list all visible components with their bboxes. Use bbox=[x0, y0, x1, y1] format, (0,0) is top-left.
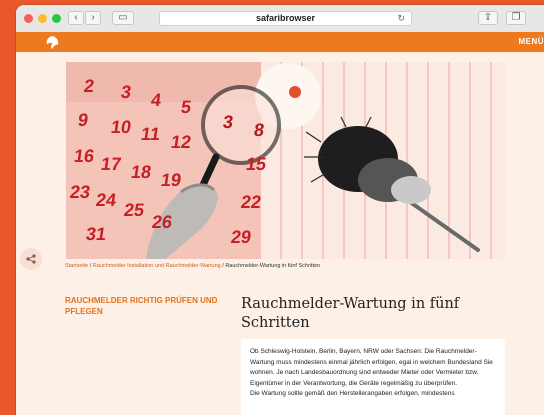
address-bar[interactable]: safaribrowser ↻ bbox=[159, 11, 412, 26]
menu-button[interactable]: MENÜ bbox=[518, 37, 544, 46]
reload-icon[interactable]: ↻ bbox=[397, 13, 405, 24]
breadcrumb-current: Rauchmelder-Wartung in fünf Schritten bbox=[225, 263, 321, 269]
calendar-number: 10 bbox=[109, 117, 133, 137]
article-paragraph-continued: Die Wartung sollte gemäß den Herstellera… bbox=[250, 390, 455, 397]
share-float-button[interactable] bbox=[20, 248, 42, 270]
calendar-number: 31 bbox=[84, 224, 108, 244]
site-header: MENÜ bbox=[16, 32, 544, 52]
calendar-number: 11 bbox=[139, 124, 162, 144]
calendar-number: 29 bbox=[229, 227, 253, 247]
red-dot-icon bbox=[289, 86, 301, 98]
zoom-window-button[interactable] bbox=[52, 14, 61, 23]
share-icon bbox=[26, 254, 36, 264]
calendar-number: 24 bbox=[94, 190, 118, 210]
browser-toolbar: ‹ › ▭ safaribrowser ↻ ⇪ ❐ bbox=[16, 5, 544, 33]
calendar-number: 22 bbox=[239, 192, 263, 212]
article-paragraph: Ob Schleswig-Holstein, Berlin, Bayern, N… bbox=[250, 347, 500, 400]
hero-illustration bbox=[66, 62, 506, 259]
calendar-number: 12 bbox=[169, 132, 193, 152]
back-button[interactable]: ‹ bbox=[68, 11, 84, 25]
sidebar-toggle-button[interactable]: ▭ bbox=[112, 11, 134, 25]
calendar-number: 17 bbox=[99, 154, 123, 174]
breadcrumb-link-category[interactable]: Rauchmelder Installation und Rauchmelder… bbox=[93, 263, 221, 269]
breadcrumb: Startseite / Rauchmelder Installation un… bbox=[65, 263, 320, 269]
calendar-number: 18 bbox=[129, 162, 153, 182]
forward-button[interactable]: › bbox=[85, 11, 101, 25]
share-button[interactable]: ⇪ bbox=[478, 11, 498, 25]
address-text: safaribrowser bbox=[255, 13, 316, 23]
calendar-number: 15 bbox=[244, 154, 268, 174]
tabs-overview-button[interactable]: ❐ bbox=[506, 11, 526, 25]
minimize-window-button[interactable] bbox=[38, 14, 47, 23]
calendar-number: 26 bbox=[150, 212, 174, 232]
calendar-number: 23 bbox=[68, 182, 92, 202]
article-title: Rauchmelder-Wartung in fünf Schritten bbox=[241, 296, 460, 331]
article-content: Ob Schleswig-Holstein, Berlin, Bayern, N… bbox=[241, 339, 505, 415]
browser-window: ‹ › ▭ safaribrowser ↻ ⇪ ❐ MENÜ 2 3 4 5 9… bbox=[16, 5, 544, 415]
article-paragraph-text: Ob Schleswig-Holstein, Berlin, Bayern, N… bbox=[250, 348, 493, 387]
close-window-button[interactable] bbox=[24, 14, 33, 23]
calendar-number: 19 bbox=[159, 170, 183, 190]
calendar-number: 16 bbox=[72, 146, 96, 166]
sidebar-heading[interactable]: RAUCHMELDER RICHTIG PRÜFEN UND PFLEGEN bbox=[65, 295, 225, 317]
calendar-number: 25 bbox=[122, 200, 146, 220]
site-logo-icon[interactable] bbox=[45, 35, 60, 50]
breadcrumb-link-home[interactable]: Startseite bbox=[65, 263, 88, 269]
hero-image: 2 3 4 5 9 10 11 12 16 17 18 19 23 24 25 … bbox=[66, 62, 506, 259]
